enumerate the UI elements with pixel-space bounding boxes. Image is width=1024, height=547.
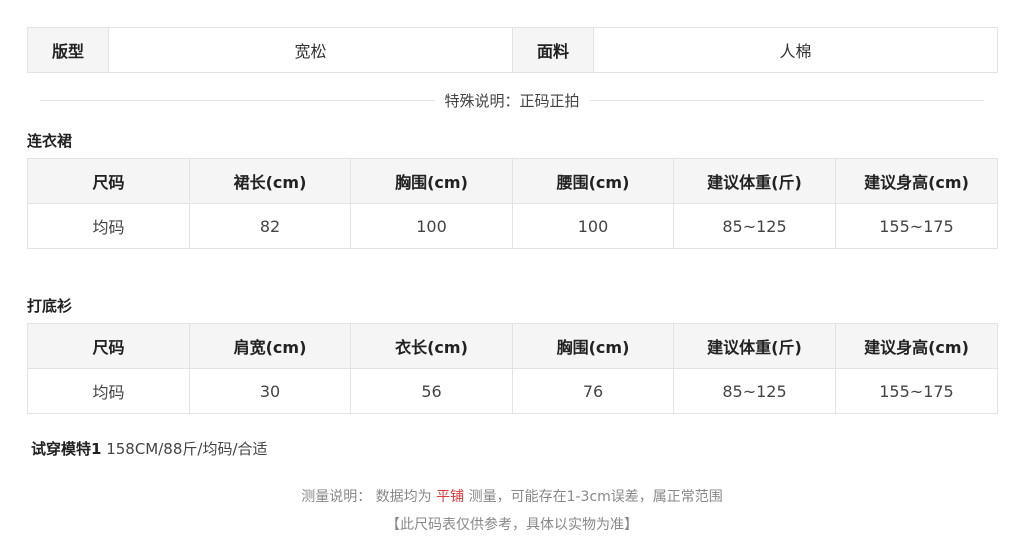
special-note-text: 特殊说明：正码正拍 xyxy=(444,91,580,110)
fabric-label: 面料 xyxy=(512,27,594,73)
table-cell: 76 xyxy=(512,368,674,414)
table-cell: 均码 xyxy=(27,368,190,414)
model-info: 试穿模特1 158CM/88斤/均码/合适 xyxy=(31,438,268,459)
table-header-row: 尺码 裙长(cm) 胸围(cm) 腰围(cm) 建议体重(斤) 建议身高(cm) xyxy=(27,158,998,204)
table-cell: 85~125 xyxy=(673,203,836,249)
table-cell: 30 xyxy=(189,368,351,414)
header-cell: 建议身高(cm) xyxy=(835,158,998,204)
table-cell: 100 xyxy=(350,203,513,249)
table-cell: 82 xyxy=(189,203,351,249)
table-cell: 均码 xyxy=(27,203,190,249)
header-cell: 裙长(cm) xyxy=(189,158,351,204)
table-header-row: 尺码 肩宽(cm) 衣长(cm) 胸围(cm) 建议体重(斤) 建议身高(cm) xyxy=(27,323,998,369)
special-note: 特殊说明：正码正拍 xyxy=(40,89,985,111)
divider-right xyxy=(589,99,985,101)
model-label: 试穿模特1 xyxy=(31,440,102,458)
undershirt-section-title: 打底衫 xyxy=(27,297,73,315)
measurement-note-prefix: 测量说明： 数据均为 xyxy=(301,489,437,505)
fit-value: 宽松 xyxy=(108,27,513,73)
measurement-method-highlight: 平铺 xyxy=(436,489,465,505)
header-cell: 腰围(cm) xyxy=(512,158,674,204)
fabric-value: 人棉 xyxy=(593,27,998,73)
fit-fabric-table: 版型 宽松 面料 人棉 xyxy=(27,27,998,73)
measurement-note: 测量说明： 数据均为 平铺 测量，可能存在1-3cm误差，属正常范围 xyxy=(0,486,1024,506)
header-cell: 衣长(cm) xyxy=(350,323,513,369)
header-cell: 胸围(cm) xyxy=(512,323,674,369)
model-value: 158CM/88斤/均码/合适 xyxy=(101,440,268,458)
divider-left xyxy=(40,99,435,101)
table-cell: 155~175 xyxy=(835,203,998,249)
disclaimer: 【此尺码表仅供参考，具体以实物为准】 xyxy=(386,517,638,533)
undershirt-size-table: 尺码 肩宽(cm) 衣长(cm) 胸围(cm) 建议体重(斤) 建议身高(cm)… xyxy=(27,323,998,414)
table-cell: 85~125 xyxy=(673,368,836,414)
table-cell: 155~175 xyxy=(835,368,998,414)
header-cell: 胸围(cm) xyxy=(350,158,513,204)
table-row: 均码 30 56 76 85~125 155~175 xyxy=(27,368,998,414)
table-cell: 56 xyxy=(350,368,513,414)
table-row: 均码 82 100 100 85~125 155~175 xyxy=(27,203,998,249)
measurement-note-suffix: 测量，可能存在1-3cm误差，属正常范围 xyxy=(464,489,723,505)
header-cell: 尺码 xyxy=(27,323,190,369)
header-cell: 建议体重(斤) xyxy=(673,323,836,369)
table-cell: 100 xyxy=(512,203,674,249)
dress-size-table: 尺码 裙长(cm) 胸围(cm) 腰围(cm) 建议体重(斤) 建议身高(cm)… xyxy=(27,158,998,249)
dress-section-title: 连衣裙 xyxy=(27,132,73,150)
header-cell: 尺码 xyxy=(27,158,190,204)
header-cell: 建议身高(cm) xyxy=(835,323,998,369)
header-cell: 建议体重(斤) xyxy=(673,158,836,204)
header-cell: 肩宽(cm) xyxy=(189,323,351,369)
fit-label: 版型 xyxy=(27,27,109,73)
